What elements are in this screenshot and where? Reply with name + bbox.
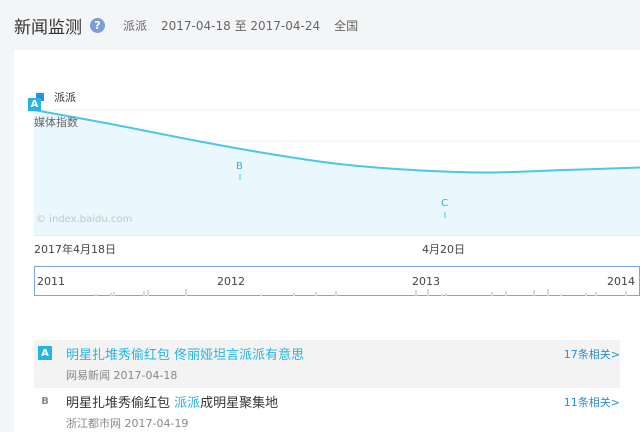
timeline-spike bbox=[625, 291, 627, 296]
timeline-spike bbox=[415, 290, 417, 296]
timeline-spike bbox=[547, 289, 549, 296]
timeline-sparkline bbox=[95, 289, 627, 296]
marker-c[interactable]: C bbox=[441, 198, 448, 209]
x-tick-label: 2017年4月18日 bbox=[34, 243, 116, 256]
timeline-spike bbox=[505, 291, 507, 296]
news-source: 浙江都市网 2017-04-19 bbox=[66, 417, 189, 430]
timeline-year: 2013 bbox=[412, 275, 440, 288]
timeline-spike bbox=[595, 292, 597, 296]
timeline-spike bbox=[293, 293, 295, 296]
timeline-spike bbox=[427, 289, 429, 296]
timeline-spike bbox=[315, 292, 317, 296]
timeline-spike bbox=[110, 293, 112, 296]
news-badge: B bbox=[41, 395, 49, 407]
timeline-year: 2011 bbox=[37, 275, 65, 288]
timeline-spike bbox=[113, 292, 115, 296]
page-title: 新闻监测 bbox=[14, 17, 82, 38]
x-tick-label: 4月20日 bbox=[422, 243, 465, 256]
timeline-scrubber[interactable]: 2011 2012 2013 2014 bbox=[34, 266, 640, 296]
timeline-spike bbox=[335, 291, 337, 296]
news-monitor-panel: 派派 媒体指数 A B C © index.baidu.com 2017年4月1… bbox=[14, 50, 640, 432]
timeline-year: 2014 bbox=[607, 275, 635, 288]
timeline-spike bbox=[445, 293, 447, 296]
related-count-link[interactable]: 11条相关> bbox=[564, 394, 620, 410]
news-item[interactable]: B 明星扎堆秀偷红包 派派成明星聚集地 浙江都市网 2017-04-19 11条… bbox=[34, 388, 620, 432]
y-axis-label: 媒体指数 bbox=[34, 116, 78, 129]
region-label: 全国 bbox=[334, 18, 359, 33]
timeline-spike bbox=[147, 290, 149, 296]
timeline-spike bbox=[441, 294, 443, 296]
news-headline-link[interactable]: 明星扎堆秀偷红包 佟丽娅坦言派派有意思 bbox=[66, 344, 304, 363]
timeline-spike bbox=[185, 289, 187, 296]
page-header: 新闻监测 ? 派派 2017-04-18 至 2017-04-24 全国 bbox=[0, 0, 640, 50]
timeline-year: 2012 bbox=[217, 275, 245, 288]
related-count-link[interactable]: 17条相关> bbox=[564, 346, 620, 362]
news-item[interactable]: A 明星扎堆秀偷红包 佟丽娅坦言派派有意思 网易新闻 2017-04-18 17… bbox=[34, 340, 620, 388]
news-badge: A bbox=[38, 346, 52, 360]
keyword-label: 派派 bbox=[123, 18, 148, 33]
news-headline-link[interactable]: 明星扎堆秀偷红包 派派成明星聚集地 bbox=[66, 392, 278, 411]
marker-b[interactable]: B bbox=[236, 161, 243, 172]
timeline-spike bbox=[95, 294, 97, 296]
marker-a[interactable]: A bbox=[28, 98, 41, 111]
help-icon[interactable]: ? bbox=[90, 17, 105, 33]
timeline-spike bbox=[585, 293, 587, 296]
timeline-spike bbox=[560, 294, 562, 296]
timeline-spike bbox=[491, 292, 493, 296]
timeline-spikes bbox=[95, 289, 627, 296]
watermark: © index.baidu.com bbox=[36, 214, 133, 225]
timeline-spike bbox=[533, 290, 535, 296]
date-range-label: 2017-04-18 至 2017-04-24 bbox=[161, 18, 321, 33]
news-source: 网易新闻 2017-04-18 bbox=[66, 369, 178, 382]
timeline-spike bbox=[260, 294, 262, 296]
timeline-spike bbox=[143, 291, 145, 296]
